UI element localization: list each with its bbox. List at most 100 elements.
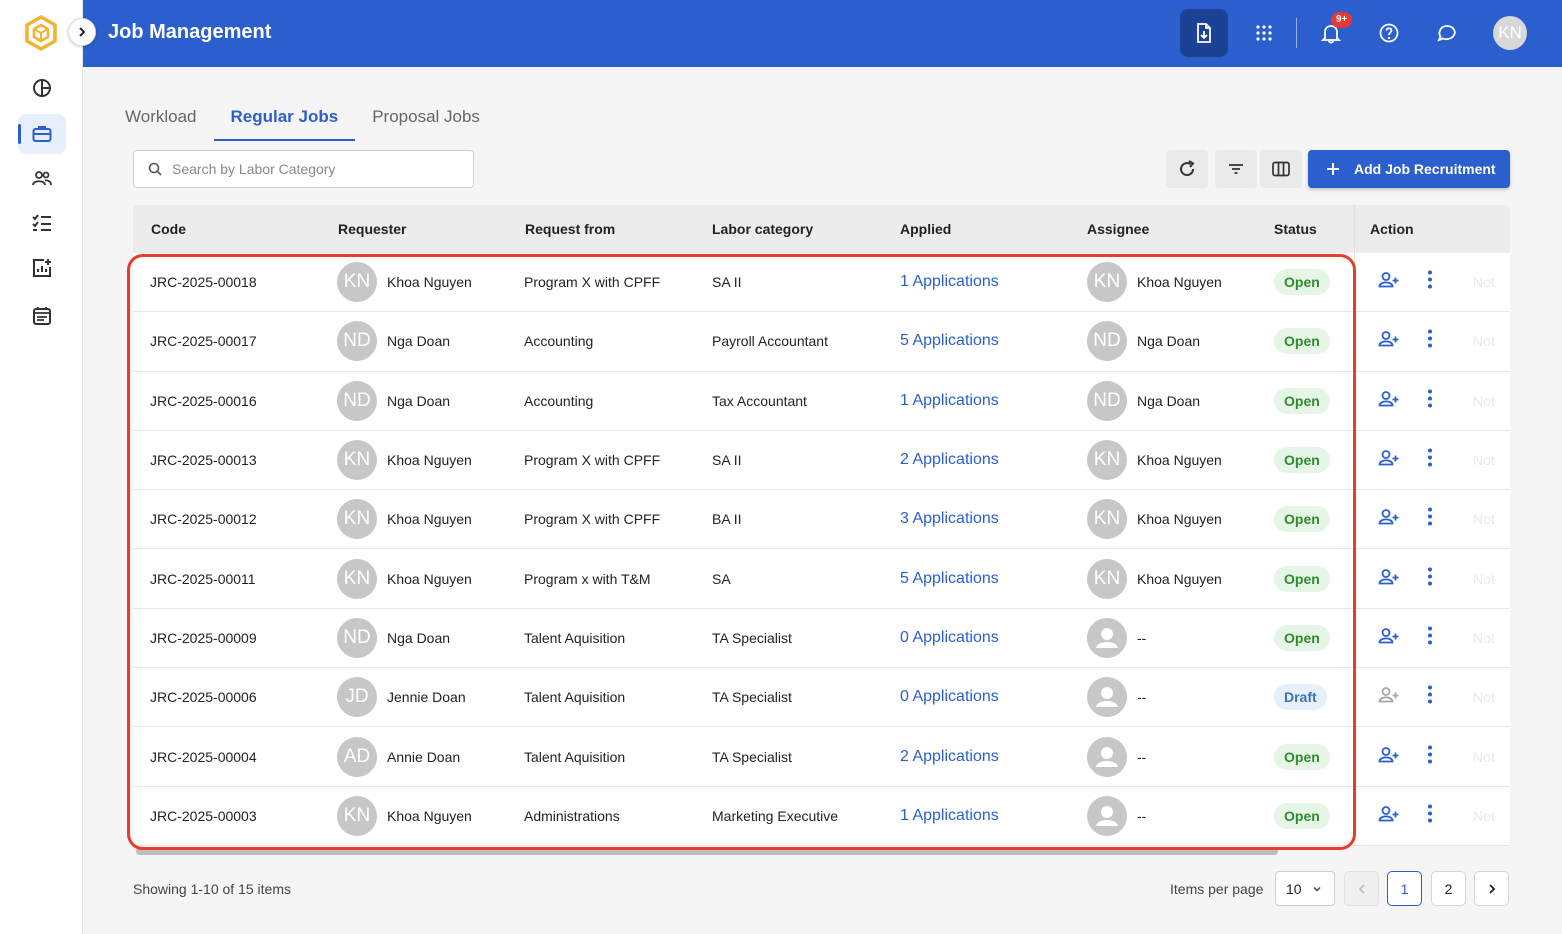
request-from: Accounting [524,333,594,350]
applications-link[interactable]: 1 Applications [900,392,999,410]
job-code: JRC-2025-00013 [150,452,257,469]
job-code: JRC-2025-00016 [150,392,257,409]
more-actions-button[interactable] [1427,507,1433,532]
assign-user-button[interactable] [1378,389,1400,412]
person-icon [1096,805,1118,826]
job-code: JRC-2025-00018 [150,274,257,291]
more-actions-button[interactable] [1427,625,1433,650]
table-row[interactable]: JRC-2025-00006 JD Jennie Doan Talent Aqu… [133,668,1510,728]
requester-name: Jennie Doan [387,689,466,706]
applications-link[interactable]: 2 Applications [900,451,999,469]
applications-link[interactable]: 5 Applications [900,570,999,588]
more-actions-button[interactable] [1427,329,1433,354]
col-assignee[interactable]: Assignee [1087,221,1149,237]
chat-button[interactable] [1423,9,1471,57]
requester-name: Khoa Nguyen [387,274,472,291]
applications-link[interactable]: 1 Applications [900,807,999,825]
table-row[interactable]: JRC-2025-00004 AD Annie Doan Talent Aqui… [133,727,1510,787]
assign-user-button[interactable] [1378,686,1400,709]
page-2-button[interactable]: 2 [1431,871,1466,906]
assign-user-button[interactable] [1378,449,1400,472]
apps-button[interactable] [1240,9,1288,57]
col-code[interactable]: Code [151,221,186,237]
status-badge: Open [1274,447,1330,474]
filter-button[interactable] [1215,150,1257,188]
nav-tasks[interactable] [18,203,66,243]
add-job-recruitment-button[interactable]: Add Job Recruitment [1308,150,1510,188]
refresh-button[interactable] [1166,150,1208,188]
table-row[interactable]: JRC-2025-00018 KN Khoa Nguyen Program X … [133,253,1510,313]
notifications-button[interactable]: 9+ [1307,9,1355,57]
table-row[interactable]: JRC-2025-00016 ND Nga Doan Accounting Ta… [133,371,1510,431]
table-row[interactable]: JRC-2025-00011 KN Khoa Nguyen Program x … [133,549,1510,609]
more-actions-button[interactable] [1427,803,1433,828]
assign-user-button[interactable] [1378,271,1400,294]
col-labor-category[interactable]: Labor category [712,221,813,237]
help-button[interactable] [1365,9,1413,57]
chevron-right-icon [79,27,86,37]
nav-jobs[interactable] [18,114,66,154]
help-icon [1379,23,1399,43]
download-doc-icon [1197,23,1211,43]
logo-icon[interactable] [22,14,60,52]
assignee-name: -- [1137,748,1147,765]
labor-category: Tax Accountant [712,392,807,409]
nav-dashboard[interactable] [18,68,66,108]
more-vertical-icon [1428,685,1432,704]
applications-link[interactable]: 5 Applications [900,332,999,350]
applications-link[interactable]: 0 Applications [900,629,999,647]
items-per-page-select[interactable]: 10 [1275,871,1335,906]
nav-reports[interactable] [18,248,66,288]
more-actions-button[interactable] [1427,448,1433,473]
columns-button[interactable] [1260,150,1302,188]
applications-link[interactable]: 0 Applications [900,688,999,706]
table-row[interactable]: JRC-2025-00003 KN Khoa Nguyen Administra… [133,786,1510,846]
col-status[interactable]: Status [1274,221,1317,237]
table-row[interactable]: JRC-2025-00017 ND Nga Doan Accounting Pa… [133,312,1510,372]
nav-calendar[interactable] [18,296,66,336]
applications-link[interactable]: 2 Applications [900,748,999,766]
assign-user-button[interactable] [1378,626,1400,649]
more-actions-button[interactable] [1427,744,1433,769]
more-actions-button[interactable] [1427,566,1433,591]
table-row[interactable]: JRC-2025-00012 KN Khoa Nguyen Program X … [133,490,1510,550]
tab-proposal-jobs[interactable]: Proposal Jobs [355,96,497,141]
table-row[interactable]: JRC-2025-00009 ND Nga Doan Talent Aquisi… [133,608,1510,669]
more-actions-button[interactable] [1427,388,1433,413]
assign-user-button[interactable] [1378,508,1400,531]
assign-user-button[interactable] [1378,567,1400,590]
page-1-button[interactable]: 1 [1387,871,1422,906]
more-vertical-icon [1428,626,1432,645]
export-button[interactable] [1180,9,1228,57]
table-header: Code Requester Request from Labor catego… [133,205,1510,253]
tab-regular-jobs[interactable]: Regular Jobs [213,96,356,141]
horizontal-scrollbar[interactable] [136,848,1278,855]
page-title: Job Management [108,21,272,43]
more-actions-button[interactable] [1427,270,1433,295]
more-vertical-icon [1428,804,1432,823]
sidebar-expand-button[interactable] [68,18,96,46]
table-row[interactable]: JRC-2025-00013 KN Khoa Nguyen Program X … [133,430,1510,491]
action-column-divider [1354,608,1355,668]
more-actions-button[interactable] [1427,685,1433,710]
nav-people[interactable] [18,158,66,198]
applications-link[interactable]: 3 Applications [900,510,999,528]
labor-category: TA Specialist [712,629,792,646]
applications-link[interactable]: 1 Applications [900,273,999,291]
prev-page-button[interactable] [1344,871,1379,906]
requester-avatar: ND [337,380,377,421]
search-input[interactable] [172,161,452,177]
next-page-button[interactable] [1474,871,1509,906]
assign-user-button[interactable] [1378,330,1400,353]
user-avatar[interactable]: KN [1493,16,1527,50]
col-request-from[interactable]: Request from [525,221,615,237]
header-divider [1296,18,1297,48]
hidden-column-text: Not [1473,689,1495,706]
col-applied[interactable]: Applied [900,221,951,237]
tab-workload[interactable]: Workload [108,96,214,141]
assign-user-button[interactable] [1378,804,1400,827]
assign-user-button[interactable] [1378,745,1400,768]
action-column-divider [1354,549,1355,608]
col-requester[interactable]: Requester [338,221,406,237]
job-code: JRC-2025-00009 [150,629,257,646]
